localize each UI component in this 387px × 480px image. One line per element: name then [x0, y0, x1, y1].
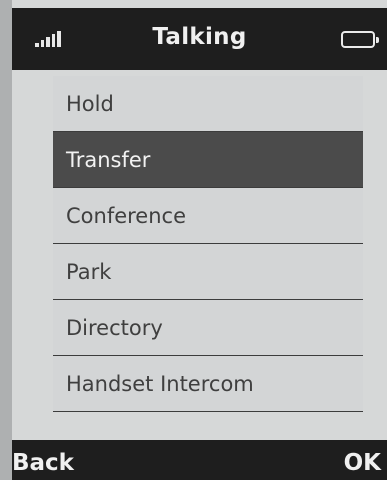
frame-edge	[0, 0, 12, 480]
status-bar: Talking	[12, 8, 387, 70]
menu-item-conference[interactable]: Conference	[53, 188, 363, 244]
menu-item-transfer[interactable]: Transfer	[53, 132, 363, 188]
menu-item-handset-intercom[interactable]: Handset Intercom	[53, 356, 363, 412]
call-options-menu: Hold Transfer Conference Park Directory …	[53, 76, 363, 412]
menu-item-park[interactable]: Park	[53, 244, 363, 300]
menu-item-hold[interactable]: Hold	[53, 76, 363, 132]
back-softkey[interactable]: Back	[12, 450, 74, 476]
menu-item-directory[interactable]: Directory	[53, 300, 363, 356]
softkey-bar: Back OK	[12, 440, 387, 480]
screen-title: Talking	[152, 24, 247, 50]
battery-icon	[341, 31, 379, 48]
ok-softkey[interactable]: OK	[344, 450, 381, 476]
